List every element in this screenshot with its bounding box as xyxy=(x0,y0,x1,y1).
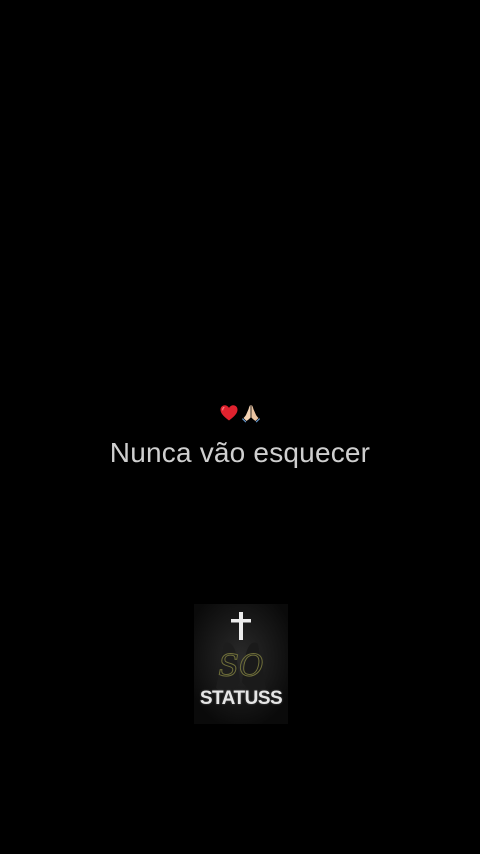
heart-icon xyxy=(220,405,238,421)
statuss-watermark-logo: SO STATUSS xyxy=(194,604,288,724)
watermark-text: STATUSS xyxy=(199,688,283,709)
status-screen[interactable]: Nunca vão esquecer SO STATUSS xyxy=(0,0,480,854)
emoji-row xyxy=(0,400,480,426)
praying-hands-icon xyxy=(242,405,260,423)
script-mark: SO xyxy=(218,649,263,684)
status-text: Nunca vão esquecer xyxy=(109,437,371,468)
